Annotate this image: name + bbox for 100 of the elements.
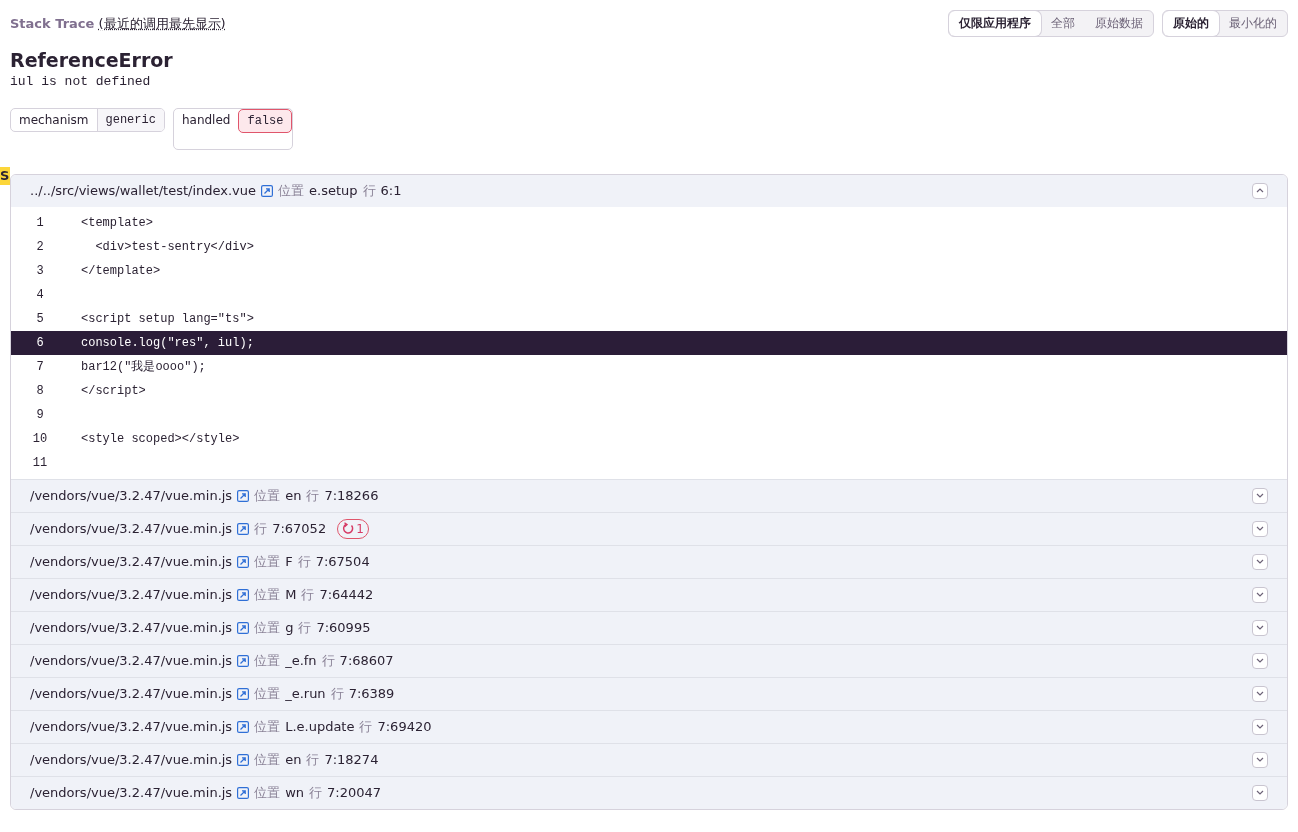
open-link-icon[interactable]	[237, 588, 250, 601]
open-link-icon[interactable]	[237, 753, 250, 766]
function-name: L.e.update	[285, 717, 355, 736]
expand-button[interactable]	[1252, 784, 1268, 801]
file-path: /vendors/vue/3.2.47/vue.min.js	[30, 552, 233, 571]
line-label: 行	[330, 684, 344, 703]
segment-button[interactable]: 原始的	[1163, 11, 1219, 37]
open-link-icon[interactable]	[237, 489, 250, 502]
expand-button[interactable]	[1252, 619, 1268, 636]
line-number: 10	[31, 430, 49, 448]
chevron-down-icon	[1256, 592, 1264, 598]
at-label: 位置	[254, 552, 281, 571]
line-number: 7:68607	[339, 651, 394, 670]
expand-button[interactable]	[1252, 685, 1268, 702]
line-label: 行	[301, 585, 315, 604]
line-number: 7:6389	[348, 684, 395, 703]
line-label: 行	[297, 552, 311, 571]
at-label: 位置	[254, 486, 281, 505]
code-text: </script>	[81, 382, 146, 400]
at-label: 位置	[254, 585, 281, 604]
function-name: M	[285, 585, 297, 604]
section-subtitle: (最近的调用最先显示)	[98, 15, 226, 31]
function-name: e.setup	[309, 181, 358, 200]
function-name: _e.run	[285, 684, 326, 703]
tag-key: mechanism	[11, 108, 97, 131]
line-number: 7:67052	[272, 519, 327, 538]
file-path: /vendors/vue/3.2.47/vue.min.js	[30, 519, 233, 538]
chevron-down-icon	[1256, 658, 1264, 664]
segment-button[interactable]: 原始数据	[1085, 11, 1153, 37]
open-link-icon[interactable]	[237, 786, 250, 799]
function-name: _e.fn	[285, 651, 317, 670]
expand-button[interactable]	[1252, 487, 1268, 504]
expand-button[interactable]	[1252, 520, 1268, 537]
open-link-icon[interactable]	[237, 654, 250, 667]
file-path: /vendors/vue/3.2.47/vue.min.js	[30, 684, 233, 703]
code-text: </template>	[81, 262, 161, 280]
line-number: 6:1	[380, 181, 402, 200]
chevron-down-icon	[1256, 691, 1264, 697]
line-number: 5	[35, 310, 45, 328]
expand-button[interactable]	[1252, 751, 1268, 768]
line-label: 行	[362, 181, 376, 200]
line-number: 7:60995	[316, 618, 371, 637]
segment-button[interactable]: 全部	[1041, 11, 1085, 37]
code-text: <script setup lang="ts">	[81, 310, 254, 328]
line-number: 2	[35, 238, 45, 256]
line-number: 1	[35, 214, 45, 232]
line-number: 7:64442	[319, 585, 374, 604]
section-title: Stack Trace	[10, 15, 95, 31]
line-number: 9	[35, 406, 45, 424]
line-label: 行	[306, 486, 320, 505]
chevron-down-icon	[1256, 526, 1264, 532]
line-number: 3	[35, 262, 45, 280]
expand-button[interactable]	[1252, 586, 1268, 603]
line-number: 7:20047	[327, 783, 382, 802]
line-label: 行	[298, 618, 312, 637]
code-text: <div>test-sentry</div>	[94, 238, 254, 256]
file-path: /vendors/vue/3.2.47/vue.min.js	[30, 651, 233, 670]
line-label: 行	[359, 717, 373, 736]
line-number: 7	[35, 358, 45, 376]
code-text: <template>	[81, 214, 153, 232]
open-link-icon[interactable]	[237, 555, 250, 568]
file-path: /vendors/vue/3.2.47/vue.min.js	[30, 783, 233, 802]
collapse-button[interactable]	[1252, 182, 1268, 199]
at-label: 位置	[254, 750, 281, 769]
line-number: 4	[35, 286, 45, 304]
at-label: 位置	[254, 651, 281, 670]
line-label: 行	[306, 750, 320, 769]
line-label: 行	[321, 651, 335, 670]
code-text: <style scoped></style>	[81, 430, 240, 448]
expand-button[interactable]	[1252, 652, 1268, 669]
at-label: 位置	[254, 684, 281, 703]
expand-button[interactable]	[1252, 553, 1268, 570]
line-label: 行	[309, 783, 323, 802]
line-number: 6	[35, 334, 45, 352]
open-link-icon[interactable]	[261, 184, 273, 197]
tag-value: false	[238, 108, 293, 133]
function-name: F	[285, 552, 293, 571]
repeat-icon	[342, 522, 356, 536]
open-link-icon[interactable]	[237, 621, 250, 634]
function-name: en	[285, 750, 302, 769]
tag-value: generic	[96, 108, 164, 131]
at-label: 位置	[278, 181, 304, 200]
open-link-icon[interactable]	[237, 522, 250, 535]
open-link-icon[interactable]	[237, 687, 250, 700]
expand-button[interactable]	[1252, 718, 1268, 735]
line-number: 11	[31, 454, 49, 472]
chevron-down-icon	[1256, 790, 1264, 796]
function-name: g	[285, 618, 294, 637]
segment-button[interactable]: 仅限应用程序	[949, 11, 1041, 37]
tag-key: handled	[173, 108, 239, 149]
error-type: ReferenceError	[10, 48, 174, 73]
line-number: 7:18266	[324, 486, 379, 505]
line-number: 7:69420	[377, 717, 432, 736]
file-path: /vendors/vue/3.2.47/vue.min.js	[30, 585, 233, 604]
repeat-count: 1	[356, 520, 364, 538]
code-text: bar12("我是oooo");	[81, 358, 206, 376]
function-name: en	[285, 486, 302, 505]
open-link-icon[interactable]	[237, 720, 250, 733]
segment-button[interactable]: 最小化的	[1219, 11, 1287, 37]
chevron-down-icon	[1256, 493, 1264, 499]
